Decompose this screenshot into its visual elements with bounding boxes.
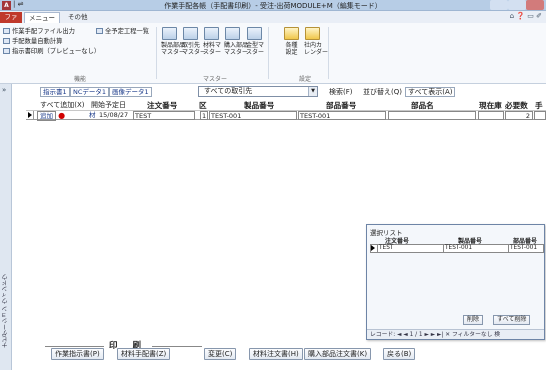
minimize-button[interactable]: [490, 0, 508, 10]
group-label-master: マスター: [202, 76, 227, 83]
start-date-cell[interactable]: 15/08/27: [99, 111, 128, 120]
close-button[interactable]: [526, 0, 544, 10]
kubun-cell[interactable]: 1: [200, 111, 208, 120]
tab-menu[interactable]: メニュー: [24, 12, 60, 23]
purchase-icon: [225, 27, 240, 40]
navigation-pane-label: ナビゲーション ウィンドウ: [2, 274, 9, 348]
auto-calc-button[interactable]: 手配数量自動計算: [3, 36, 62, 45]
product-master-button[interactable]: 製品部品 マスター: [161, 27, 185, 56]
client-filter-select[interactable]: すべての取引先 ▼: [198, 86, 318, 97]
group-label-settings: 設定: [298, 76, 311, 83]
part-no-cell[interactable]: TEST-001: [298, 111, 386, 120]
tab-other[interactable]: その他: [64, 12, 92, 23]
ribbon: 作業手配ファイル出力 手配数量自動計算 指示書印刷（プレビューなし） 全予定工程…: [0, 23, 546, 84]
chevron-down-icon: ▼: [308, 87, 317, 96]
popup-order-no-cell[interactable]: TEST: [377, 245, 439, 252]
material-flag: 材: [89, 111, 96, 119]
maximize-button[interactable]: [508, 0, 526, 10]
mold-master-button[interactable]: 金型マ スター: [246, 27, 264, 56]
add-row-link[interactable]: 追加 ●: [37, 111, 66, 121]
printer-icon: [3, 48, 10, 54]
material-master-button[interactable]: 材料マ スター: [203, 27, 221, 56]
sort-button[interactable]: 並び替え(Q): [360, 87, 405, 97]
stock-cell[interactable]: [478, 111, 504, 120]
calculator-icon: [3, 38, 10, 44]
calendar-icon: [305, 27, 320, 40]
export-order-file-button[interactable]: 作業手配ファイル出力: [3, 26, 75, 35]
client-master-button[interactable]: 取引先 マスター: [182, 27, 206, 56]
material-po-button[interactable]: 材料注文書(H): [249, 348, 303, 360]
part-po-button[interactable]: 購入部品注文書(K): [304, 348, 372, 360]
back-button[interactable]: 戻る(B): [383, 348, 416, 360]
extra-cell[interactable]: [534, 111, 546, 120]
ribbon-tabs: ファイル メニュー その他 ⌂ ❓ ▭ ✐: [0, 11, 546, 31]
print-work-order-button[interactable]: 作業指示書(P): [51, 348, 104, 360]
group-divider: [268, 27, 269, 79]
settings-button[interactable]: 各種 設定: [283, 27, 300, 56]
material-icon: [204, 27, 219, 40]
group-label-function: 機能: [73, 76, 86, 83]
record-navigation-bar[interactable]: レコード: ◄ ◄ 1 / 1 ► ► ►| ✕ フィルターなし 検: [367, 329, 544, 339]
change-button[interactable]: 変更(C): [204, 348, 237, 360]
settings-icon: [284, 27, 299, 40]
print-no-preview-button[interactable]: 指示書印刷（プレビューなし）: [3, 46, 100, 55]
popup-product-no-cell[interactable]: TEST-001: [443, 245, 505, 252]
mold-icon: [247, 27, 262, 40]
status-dot-icon: ●: [58, 111, 66, 120]
order-no-cell[interactable]: TEST: [133, 111, 195, 120]
all-schedule-button[interactable]: 全予定工程一覧: [96, 26, 149, 35]
group-divider: [328, 27, 329, 79]
group-divider: [156, 27, 157, 79]
print-material-order-button[interactable]: 材料手配書(Z): [117, 348, 171, 360]
popup-record-selector-icon[interactable]: [370, 245, 376, 252]
client-icon: [183, 27, 198, 40]
product-icon: [162, 27, 177, 40]
header-start-date: 開始予定日: [91, 101, 126, 109]
image-data-link[interactable]: 画像データ1: [109, 87, 152, 97]
file-icon: [3, 28, 10, 34]
selection-list-popup: 選択リスト 注文番号 製品番号 部品番号 TEST TEST-001 TEST-…: [366, 224, 545, 340]
instruction-sheet-link[interactable]: 指示書1: [40, 87, 70, 97]
purchase-part-master-button[interactable]: 購入部品 マスター: [224, 27, 248, 56]
expand-chevron-icon[interactable]: »: [2, 86, 6, 94]
add-all-link[interactable]: すべて追加(X): [40, 100, 85, 110]
delete-button[interactable]: 削除: [463, 315, 484, 325]
company-calendar-button[interactable]: 社内カ レンダー: [304, 27, 328, 56]
window-title: 作業手配各帳（手配書印刷）- 受注-出荷MODULE+M（編集モード）: [164, 2, 382, 10]
title-bar: A | ⇌ 作業手配各帳（手配書印刷）- 受注-出荷MODULE+M（編集モード…: [0, 0, 546, 11]
navigation-pane[interactable]: » ナビゲーション ウィンドウ: [0, 84, 12, 370]
list-icon: [96, 28, 103, 34]
product-no-cell[interactable]: TEST-001: [209, 111, 297, 120]
required-cell[interactable]: 2: [505, 111, 533, 120]
help-icon[interactable]: ⌂ ❓ ▭ ✐: [510, 12, 542, 20]
nc-data-link[interactable]: NCデータ1: [70, 87, 110, 97]
show-all-button[interactable]: すべて表示(A): [405, 87, 456, 97]
delete-all-button[interactable]: すべて削除: [493, 315, 531, 325]
tab-file[interactable]: ファイル: [0, 12, 22, 31]
part-name-cell[interactable]: [388, 111, 476, 120]
record-selector-icon[interactable]: [26, 111, 34, 120]
search-button[interactable]: 検索(F): [326, 87, 356, 97]
popup-part-no-cell[interactable]: TEST-001: [508, 245, 542, 252]
